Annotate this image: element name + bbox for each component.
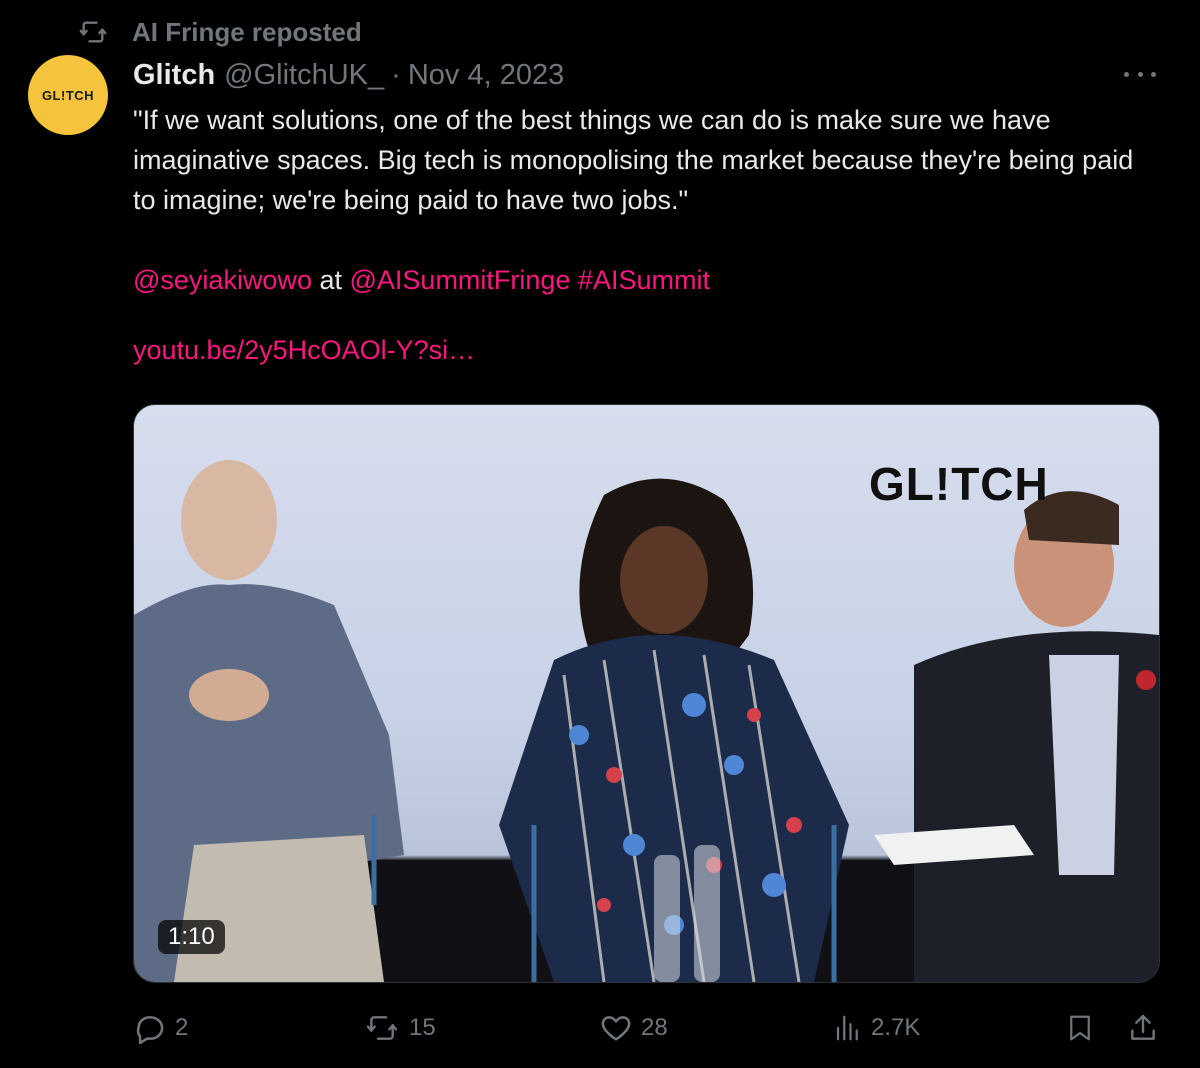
like-button[interactable]: 28 [599,1008,668,1048]
author-handle[interactable]: @GlitchUK_ [224,59,384,92]
author-name[interactable]: Glitch [133,59,215,92]
tweet-mentions: @seyiakiwowo at @AISummitFringe #AISummi… [133,260,1143,300]
repost-context: AI Fringe reposted [76,14,362,50]
tweet-header: Glitch @GlitchUK_ · Nov 4, 2023 [133,57,564,93]
hashtag-link[interactable]: #AISummit [578,265,710,295]
mention-link-seyiakiwowo[interactable]: @seyiakiwowo [133,265,312,295]
youtube-link[interactable]: youtu.be/2y5HcOAOl-Y?si… [133,335,475,365]
repost-icon [76,18,110,46]
avatar[interactable]: GL!TCH [28,55,108,135]
url-line: youtu.be/2y5HcOAOl-Y?si… [133,330,1143,370]
mention-link-aisummitfringe[interactable]: @AISummitFringe [350,265,571,295]
avatar-text: GL!TCH [41,87,95,103]
video-media[interactable]: GL!TCH 1:10 [133,404,1160,983]
tweet-actions: 2 15 28 2.7K [133,1008,1163,1048]
share-button[interactable] [1127,1008,1159,1048]
brand-logo-text: GL!TCH [869,458,1049,510]
at-word: at [311,265,350,295]
reply-icon [133,1011,167,1045]
tweet-date[interactable]: Nov 4, 2023 [408,59,564,92]
tweet-quote: "If we want solutions, one of the best t… [133,105,1134,215]
bookmark-icon [1065,1011,1095,1045]
reply-count: 2 [175,1014,189,1041]
reply-button[interactable]: 2 [133,1008,188,1048]
views-button[interactable]: 2.7K [833,1008,920,1048]
video-duration-badge: 1:10 [158,920,225,954]
bookmark-button[interactable] [1065,1008,1095,1048]
views-chart-icon [833,1013,863,1043]
repost-count: 15 [409,1014,436,1041]
more-options-icon[interactable] [1124,64,1156,84]
share-icon [1127,1011,1159,1045]
tweet-text: "If we want solutions, one of the best t… [133,100,1143,370]
views-count: 2.7K [871,1014,921,1041]
repost-icon [363,1012,401,1044]
like-count: 28 [641,1014,668,1041]
heart-icon [599,1011,633,1045]
repost-button[interactable]: 15 [363,1008,436,1048]
separator-dot: · [391,58,401,91]
repost-label[interactable]: AI Fringe reposted [132,17,362,48]
